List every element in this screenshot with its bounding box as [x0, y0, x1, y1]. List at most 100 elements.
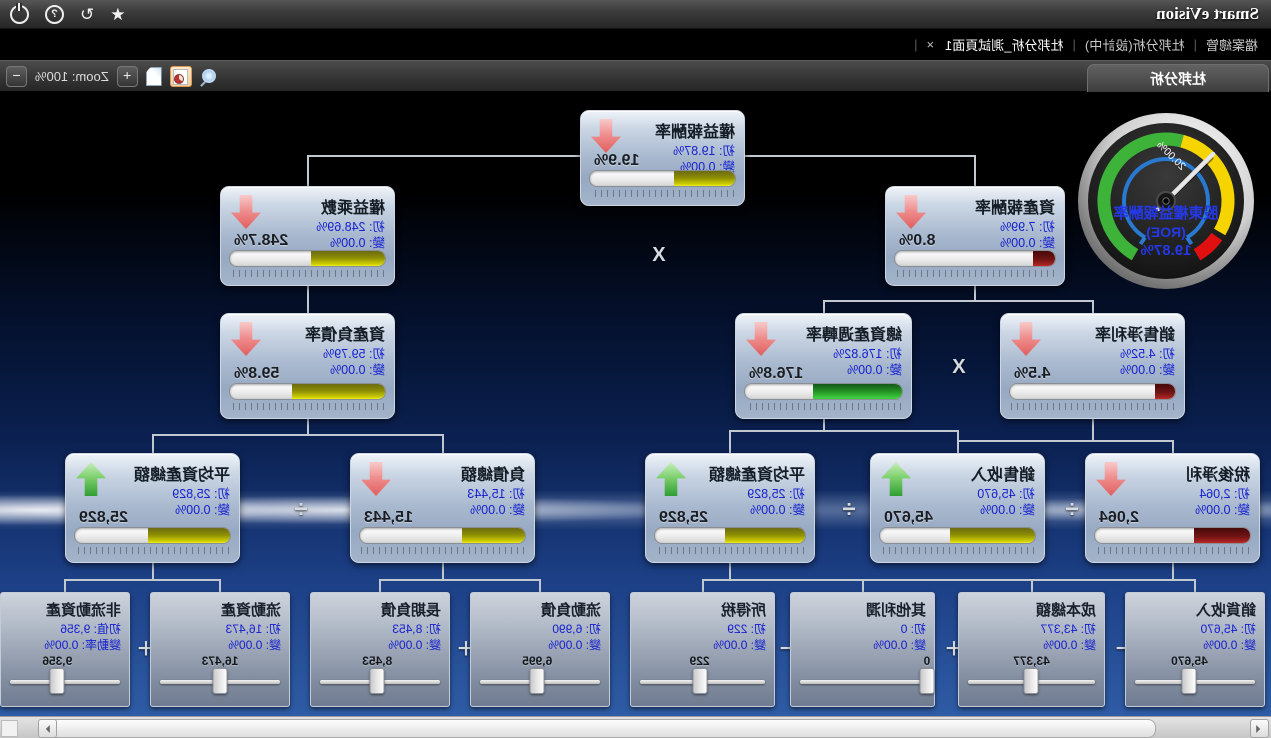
node-title: 平均資產總額: [110, 461, 230, 485]
node-title: 所得稅: [639, 599, 766, 620]
node-sales-income[interactable]: 銷貨收入 初: 45,670 變: 0.00% 45,670: [1125, 592, 1265, 707]
node-current-value: 25,829: [659, 509, 708, 527]
node-progress-fill: [462, 528, 525, 543]
node-change-value: 變: 0.00%: [631, 638, 766, 654]
node-progress-fill: [1155, 384, 1175, 399]
node-progressbar[interactable]: [229, 383, 386, 400]
node-title: 其他利潤: [799, 599, 926, 620]
node-ruler: [656, 547, 804, 554]
node-progressbar[interactable]: [229, 250, 386, 267]
node-current-value: 2,064: [1099, 509, 1139, 527]
node-current-assets[interactable]: 流動資產 初: 16,473 變: 0.00% 16,473: [150, 592, 290, 707]
node-init-value: 初: 229: [631, 622, 766, 638]
operator-multiply: X: [943, 356, 975, 379]
gauge-subtitle: (ROE): [1146, 224, 1186, 240]
node-other-profit[interactable]: 其他利潤 初: 0 變: 0.00% 0: [790, 592, 935, 707]
node-change-value: 變: 0.00%: [311, 638, 441, 654]
node-current-value: 8.0%: [899, 232, 935, 250]
menu-item-dupont-design[interactable]: 杜邦分析(設計中): [1085, 35, 1185, 54]
zoom-search-icon[interactable]: [200, 68, 217, 85]
roe-gauge: 20.00% 股東權益報酬率 (ROE) 19.87%: [1077, 112, 1255, 290]
node-progress-fill: [674, 171, 735, 186]
slider-thumb[interactable]: [919, 668, 934, 694]
node-net-profit-after-tax[interactable]: 稅後淨利 初: 2,064 變: 0.00% 2,064: [1085, 453, 1260, 563]
node-total-asset-turnover[interactable]: 總資產週轉率 初: 176.82% 變: 0.00% 176.8%: [735, 313, 912, 419]
close-page-icon[interactable]: ×: [926, 37, 934, 52]
node-progressbar[interactable]: [879, 527, 1036, 544]
help-icon[interactable]: ?: [45, 5, 64, 24]
zoom-level-label: Zoom: 100%: [35, 69, 109, 84]
node-net-profit-margin[interactable]: 銷售淨利率 初: 4.52% 變: 0.00% 4.5%: [1000, 313, 1185, 419]
node-change-value: 變: 0.00%: [1126, 638, 1256, 654]
node-ruler: [896, 270, 1054, 277]
node-ruler: [746, 403, 901, 410]
slider-track[interactable]: [10, 680, 120, 684]
tab-dupont-analysis[interactable]: 杜邦分析: [1087, 64, 1269, 93]
slider-thumb[interactable]: [692, 668, 707, 694]
horizontal-scrollbar[interactable]: [0, 716, 1271, 738]
node-longterm-liabilities[interactable]: 長期負債 初: 8,453 變: 0.00% 8,453: [310, 592, 450, 707]
node-title: 成本總額: [967, 599, 1096, 620]
node-progressbar[interactable]: [74, 527, 231, 544]
node-progressbar[interactable]: [589, 170, 736, 187]
node-progressbar[interactable]: [1009, 383, 1176, 400]
node-total-liabilities[interactable]: 負債總額 初: 15,443 變: 0.00% 15,443: [350, 453, 535, 563]
node-current-value: 25,829: [79, 509, 128, 527]
node-income-tax[interactable]: 所得稅 初: 229 變: 0.00% 229: [630, 592, 775, 707]
report-view-icon[interactable]: [170, 66, 192, 87]
title-bar: Smart eVision ★ ↻ ?: [0, 0, 1271, 29]
slider-thumb[interactable]: [1024, 668, 1039, 694]
node-progress-fill: [292, 384, 385, 399]
node-current-liabilities[interactable]: 流動負債 初: 6,990 變: 0.00% 6,995: [470, 592, 610, 707]
node-debt-asset-ratio[interactable]: 資產負債率 初: 59.79% 變: 0.00% 59.8%: [220, 313, 395, 419]
node-average-total-assets[interactable]: 平均資產總額 初: 25,829 變: 0.00% 25,829: [645, 453, 815, 563]
slider-value-label: 45,670: [1171, 654, 1208, 668]
page-view-icon[interactable]: [146, 67, 162, 86]
node-progressbar[interactable]: [654, 527, 806, 544]
node-average-total-assets[interactable]: 平均資產總額 初: 25,829 變: 0.00% 25,829: [65, 453, 240, 563]
slider-thumb[interactable]: [370, 668, 385, 694]
menu-item-dupont-testpage[interactable]: 杜邦分析_測試頁面1: [945, 35, 1063, 54]
node-asset-return-rate[interactable]: 資產報酬率 初: 7.99% 變: 0.00% 8.0%: [885, 186, 1065, 286]
scrollbar-thumb[interactable]: [40, 719, 1156, 738]
menu-item-file-explorer[interactable]: 檔案總管: [1206, 35, 1258, 54]
slider-track[interactable]: [800, 680, 925, 684]
node-init-value: 初: 16,473: [151, 622, 281, 638]
node-equity-return-rate[interactable]: 權益報酬率 初: 19.87% 變: 0.00% 19.9%: [580, 110, 745, 206]
resize-corner: [1, 720, 18, 737]
node-progressbar[interactable]: [894, 250, 1056, 267]
node-progress-fill: [726, 528, 806, 543]
system-icons: ★ ↻ ?: [10, 5, 126, 24]
slider-thumb[interactable]: [213, 668, 228, 694]
slider-thumb[interactable]: [530, 668, 545, 694]
dupont-tree-canvas: X X ÷ ÷ ÷ − + − + +: [0, 92, 1271, 716]
node-ruler: [881, 547, 1034, 554]
node-title: 權益報酬率: [625, 118, 735, 142]
node-progressbar[interactable]: [359, 527, 526, 544]
slider-value-label: 229: [690, 654, 710, 668]
node-noncurrent-assets[interactable]: 非流動資產 初值: 9,356 變動率: 0.00% 9,356: [0, 592, 130, 707]
power-icon[interactable]: [10, 5, 29, 24]
node-total-cost[interactable]: 成本總額 初: 43,377 變: 0.00% 43,377: [958, 592, 1105, 707]
node-title: 權益乘數: [265, 194, 385, 218]
node-equity-multiplier[interactable]: 權益乘數 初: 248.69% 變: 0.00% 248.7%: [220, 186, 395, 286]
slider-thumb[interactable]: [50, 668, 65, 694]
slider-value-label: 6,995: [522, 654, 552, 668]
node-title: 銷貨收入: [1134, 599, 1256, 620]
favorite-star-icon[interactable]: ★: [110, 6, 125, 23]
node-progressbar[interactable]: [744, 383, 903, 400]
scroll-left-button[interactable]: [1250, 719, 1269, 738]
node-title: 平均資產總額: [690, 461, 805, 485]
zoom-out-button[interactable]: −: [6, 66, 27, 87]
node-sales-revenue[interactable]: 銷售收入 初: 45,670 變: 0.00% 45,670: [870, 453, 1045, 563]
node-progressbar[interactable]: [1094, 527, 1251, 544]
slider-thumb[interactable]: [1182, 668, 1197, 694]
slider-value-label: 43,377: [1013, 654, 1050, 668]
refresh-icon[interactable]: ↻: [80, 6, 94, 23]
application-window: Smart eVision ★ ↻ ? 檔案總管 | 杜邦分析(設計中) | 杜…: [0, 0, 1271, 738]
node-title: 負債總額: [395, 461, 525, 485]
node-title: 非流動資產: [9, 599, 121, 620]
zoom-in-button[interactable]: +: [117, 66, 138, 87]
tab-bar: 杜邦分析 + Zoom: 100% −: [0, 60, 1271, 91]
scroll-right-button[interactable]: [38, 719, 57, 738]
